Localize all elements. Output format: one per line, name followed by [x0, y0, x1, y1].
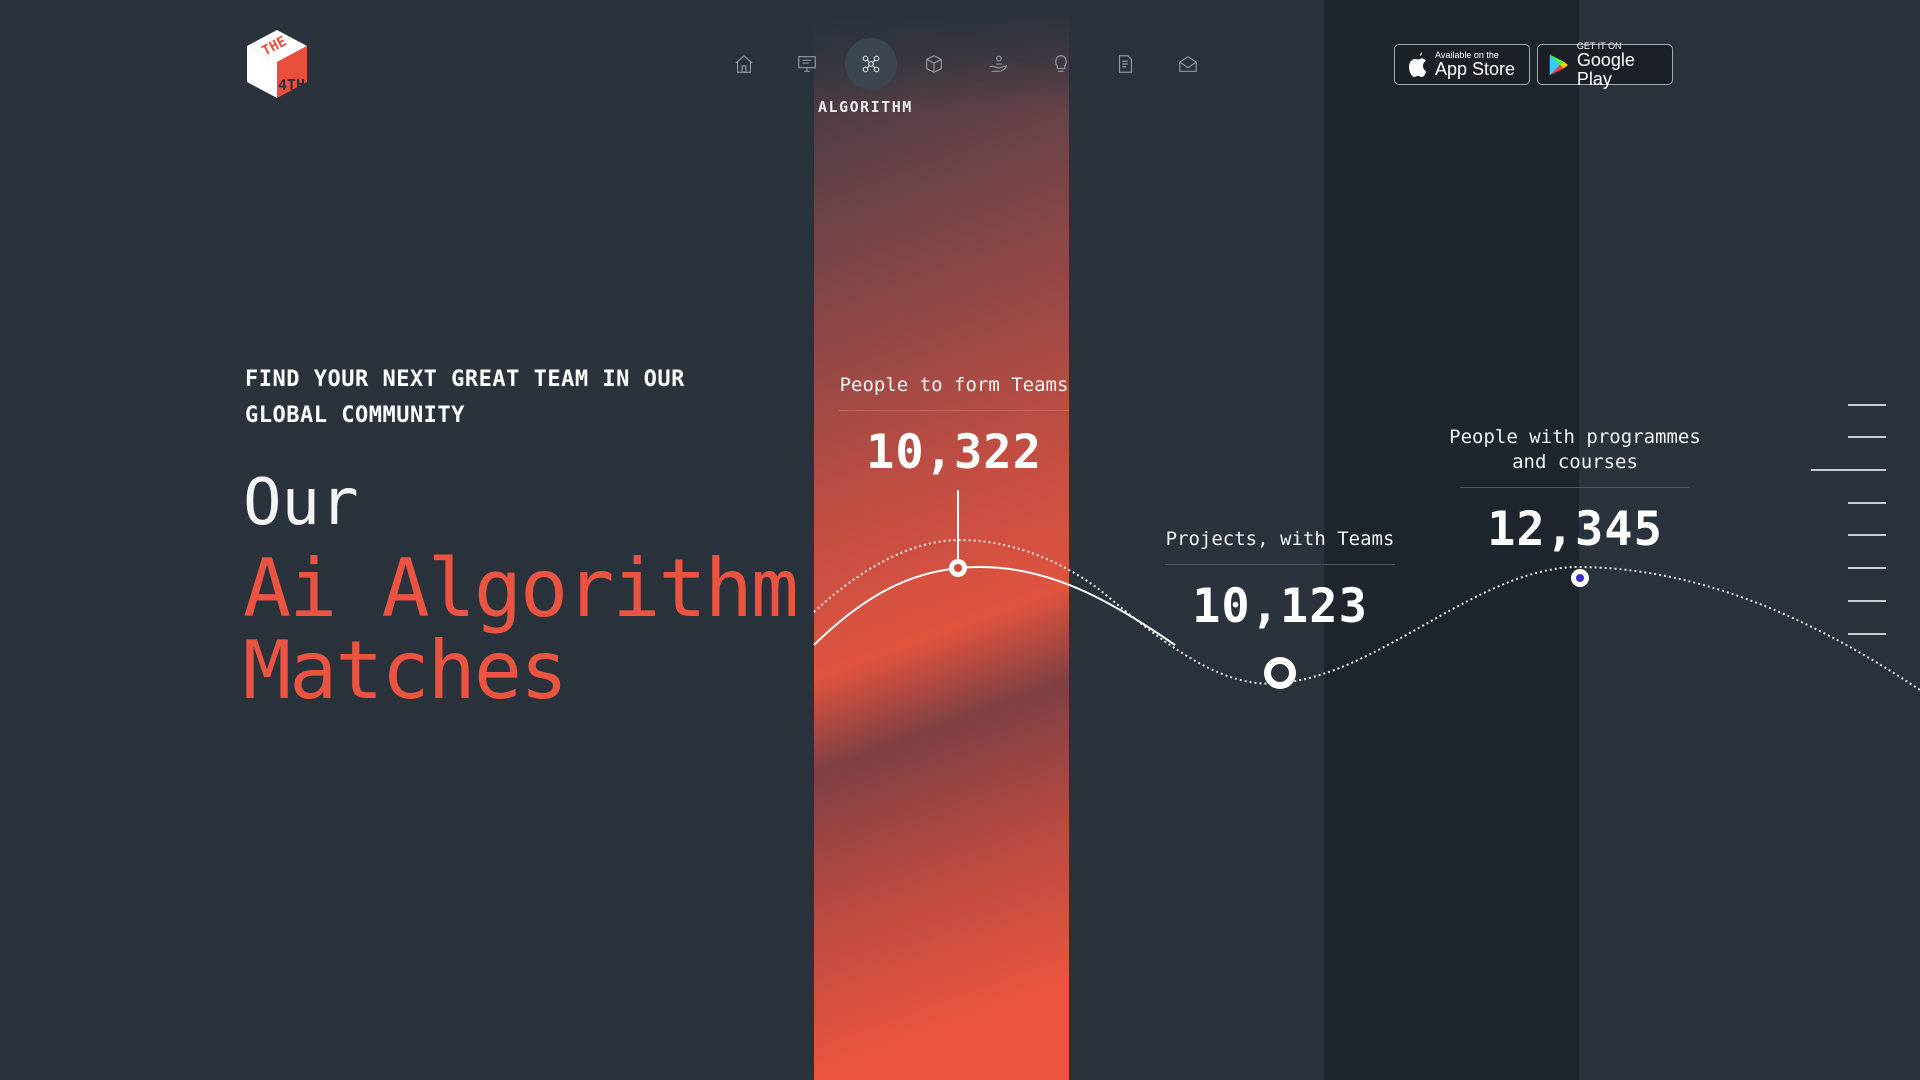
lightbulb-icon — [1055, 55, 1068, 72]
scroll-tick[interactable] — [1848, 567, 1886, 569]
scroll-tick-active[interactable] — [1811, 469, 1886, 471]
nav-monitor[interactable] — [776, 38, 840, 90]
stat-value: 12,345 — [1487, 502, 1663, 557]
scroll-tick[interactable] — [1848, 436, 1886, 438]
scroll-tick[interactable] — [1848, 633, 1886, 635]
algorithm-icon — [862, 55, 880, 73]
home-icon — [735, 54, 753, 73]
section-scroll-indicator[interactable] — [1806, 404, 1886, 635]
stat-label: People with programmes and courses — [1449, 426, 1701, 473]
hand-user-icon — [989, 55, 1007, 72]
document-icon — [1118, 55, 1132, 73]
nav-lightbulb[interactable] — [1030, 38, 1094, 90]
stat-divider — [1460, 487, 1690, 488]
nav-home[interactable] — [712, 38, 776, 90]
google-play-small-text: GET IT ON — [1576, 40, 1622, 51]
highlight-column — [814, 0, 1069, 1080]
stat-projects: Projects, with Teams 10,123 — [1150, 527, 1410, 634]
main-nav — [712, 38, 1220, 90]
logo-text-bottom: 4TH — [278, 76, 305, 94]
cube-icon — [926, 55, 943, 73]
stat-label: People to form Teams — [839, 374, 1069, 396]
hero-title-line1: Our — [243, 466, 359, 540]
stat-programmes: People with programmes and courses 12,34… — [1440, 425, 1710, 557]
nav-algorithm[interactable] — [839, 38, 903, 90]
stat-value: 10,322 — [866, 425, 1042, 480]
nav-cube[interactable] — [903, 38, 967, 90]
stat-divider — [839, 410, 1069, 411]
scroll-tick[interactable] — [1848, 600, 1886, 602]
app-store-big-text: App Store — [1435, 59, 1516, 79]
nav-hand-user[interactable] — [966, 38, 1030, 90]
stat-people-teams: People to form Teams 10,322 — [834, 373, 1074, 480]
scroll-tick[interactable] — [1848, 502, 1886, 504]
logo[interactable]: THE 4TH — [245, 28, 309, 100]
google-play-button[interactable]: GET IT ON Google Play — [1537, 40, 1673, 88]
hero-eyebrow: FIND YOUR NEXT GREAT TEAM IN OUR GLOBAL … — [245, 367, 685, 428]
nav-document[interactable] — [1093, 38, 1157, 90]
stat-label: Projects, with Teams — [1165, 528, 1395, 550]
nav-envelope[interactable] — [1157, 38, 1221, 90]
hero-title-line2: Ai Algorithm Matches — [243, 542, 799, 717]
scroll-tick[interactable] — [1848, 534, 1886, 536]
apple-icon — [1409, 51, 1426, 77]
scroll-tick[interactable] — [1848, 404, 1886, 406]
monitor-icon — [798, 56, 817, 72]
app-store-button[interactable]: Available on the App Store — [1394, 44, 1530, 85]
nav-active-label: ALGORITHM — [818, 98, 913, 116]
envelope-icon — [1179, 55, 1198, 72]
google-play-icon — [1549, 54, 1568, 75]
stat-divider — [1165, 564, 1395, 565]
google-play-big-text: Google Play — [1576, 49, 1635, 89]
stat-value: 10,123 — [1192, 579, 1368, 634]
